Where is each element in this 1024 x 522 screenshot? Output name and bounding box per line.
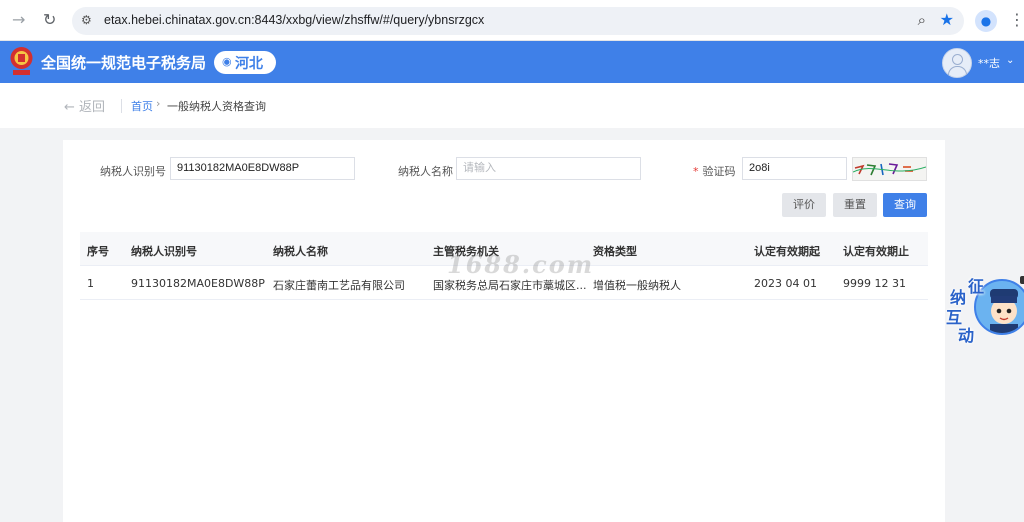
avatar[interactable] [942,48,972,78]
site-info-icon[interactable]: ⚙ [81,13,92,27]
captcha-label: * 验证码 [693,165,736,178]
reload-icon[interactable]: ↻ [43,10,56,30]
chevron-down-icon[interactable]: ⌄ [1006,55,1014,66]
captcha-image[interactable] [852,157,927,181]
side-handle[interactable] [1020,276,1024,284]
column-header: 主管税务机关 [433,245,499,258]
table-cell: 增值税一般纳税人 [593,279,681,292]
url-text[interactable]: etax.hebei.chinatax.gov.cn:8443/xxbg/vie… [104,13,484,27]
widget-char: 动 [958,326,975,345]
taxpayer-name-input[interactable]: 请输入 [456,157,641,180]
forward-icon[interactable]: → [12,10,25,30]
query-card: 纳税人识别号 91130182MA0E8DW88P 纳税人名称 请输入 * 验证码… [63,140,945,522]
evaluate-button[interactable]: 评价 [782,193,826,217]
table-header: 序号 纳税人识别号 纳税人名称 主管税务机关 资格类型 认定有效期起 认定有效期… [80,232,928,266]
breadcrumb: ← 返回 首页 › 一般纳税人资格查询 [0,83,1024,128]
column-header: 认定有效期起 [754,245,820,258]
back-label: 返回 [79,100,106,115]
taxpayer-id-input[interactable]: 91130182MA0E8DW88P [170,157,355,180]
location-pin-icon: ◉ [222,55,232,68]
address-bar[interactable]: ⚙ etax.hebei.chinatax.gov.cn:8443/xxbg/v… [72,7,964,35]
menu-icon[interactable]: ⋮ [1009,10,1024,29]
table-cell: 石家庄蕾南工艺品有限公司 [273,279,405,292]
query-button[interactable]: 查询 [883,193,927,217]
table-cell: 9999 12 31 [843,277,906,290]
site-header: 全国统一规范电子税务局 ◉ 河北 [0,41,1024,83]
browser-toolbar: → ↻ ⚙ etax.hebei.chinatax.gov.cn:8443/xx… [0,0,1024,41]
reset-button[interactable]: 重置 [833,193,877,217]
captcha-input[interactable]: 2o8i [742,157,847,180]
column-header: 认定有效期止 [843,245,909,258]
region-selector[interactable]: ◉ 河北 [214,51,276,74]
table-cell: 国家税务总局石家庄市藁城区... [433,279,587,292]
back-button[interactable]: ← 返回 [64,96,105,115]
interaction-widget[interactable]: 征 纳 互 动 [944,270,1024,350]
tax-emblem-icon [10,47,33,75]
site-title: 全国统一规范电子税务局 [41,54,207,72]
results-table: 序号 纳税人识别号 纳税人名称 主管税务机关 资格类型 认定有效期起 认定有效期… [80,232,928,300]
table-cell: 91130182MA0E8DW88P [131,277,265,290]
avatar-body [948,66,967,75]
profile-icon[interactable]: ● [975,10,997,32]
chevron-right-icon: › [156,97,161,110]
avatar-head [952,54,963,65]
region-label: 河北 [235,56,263,72]
table-row[interactable]: 1 91130182MA0E8DW88P 石家庄蕾南工艺品有限公司 国家税务总局… [80,266,928,300]
star-icon[interactable]: ★ [940,10,954,29]
taxpayer-name-label: 纳税人名称 [398,165,453,178]
taxpayer-id-label: 纳税人识别号 [100,165,166,178]
table-cell: 1 [87,277,94,290]
column-header: 纳税人名称 [273,245,328,258]
column-header: 资格类型 [593,245,637,258]
zoom-icon[interactable]: ⌕ [918,11,926,29]
divider [121,99,122,113]
table-cell: 2023 04 01 [754,277,817,290]
username[interactable]: **志 [978,55,1000,71]
column-header: 序号 [87,245,109,258]
widget-char: 征 [968,277,985,296]
column-header: 纳税人识别号 [131,245,197,258]
breadcrumb-current: 一般纳税人资格查询 [167,100,266,113]
breadcrumb-home-link[interactable]: 首页 [131,98,153,114]
